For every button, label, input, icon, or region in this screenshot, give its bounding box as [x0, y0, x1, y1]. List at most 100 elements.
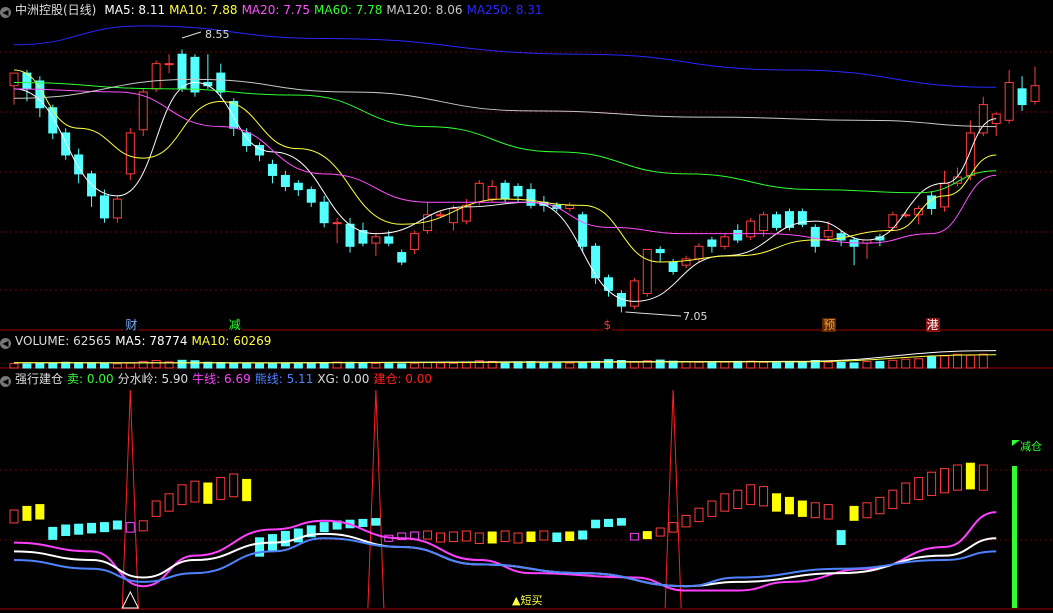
indicator-bar	[707, 500, 717, 517]
ma10-line	[13, 69, 997, 263]
candle-body	[487, 185, 497, 200]
candle-body	[151, 63, 161, 90]
indicator-bar	[875, 496, 885, 515]
indicator-bar	[190, 480, 200, 503]
indicator-bar	[604, 518, 614, 527]
volume-bar	[397, 363, 407, 369]
candle-body	[9, 72, 19, 87]
volume-bar	[35, 362, 45, 369]
reduce-label: 减仓	[1020, 440, 1042, 453]
candle-body	[591, 245, 601, 279]
indicator-bar	[681, 514, 691, 528]
volume-bar	[965, 354, 975, 369]
indicator-bar	[810, 502, 820, 519]
candle-body	[177, 53, 187, 90]
volume-bar	[849, 362, 859, 369]
volume-bar	[306, 362, 316, 369]
volume-bar	[190, 360, 200, 369]
indicator-bar	[888, 489, 898, 510]
reduce-signal-bar	[1012, 466, 1017, 608]
candle-body	[267, 163, 277, 176]
candle-body	[1030, 85, 1040, 102]
candle-body	[384, 236, 394, 244]
indicator-bar	[229, 473, 239, 498]
indicator-bar	[552, 532, 562, 543]
price-volume-indicator-chart	[0, 25, 1053, 610]
volume-bar	[358, 362, 368, 369]
candle-body	[461, 204, 471, 222]
candle-body	[759, 214, 769, 232]
indicator-bar	[952, 464, 962, 491]
volume-bar	[151, 360, 161, 369]
spike-signal	[367, 389, 385, 609]
volume-bar	[914, 358, 924, 369]
indicator-bar	[862, 502, 872, 519]
event-marker[interactable]: 预	[822, 318, 837, 332]
candle-body	[164, 63, 174, 66]
indicator-bar	[242, 478, 252, 502]
indicator-bar	[138, 520, 148, 532]
indicator-bar	[694, 507, 704, 523]
volume-bar	[242, 363, 252, 369]
volume-bar	[435, 362, 445, 369]
candle-body	[242, 132, 252, 147]
candle-body	[720, 236, 730, 247]
event-marker[interactable]: 港	[925, 318, 940, 332]
indicator-bar	[797, 500, 807, 517]
indicator-bar	[642, 531, 652, 540]
volume-bar	[112, 363, 122, 369]
volume-bar	[629, 361, 639, 369]
indicator-bar	[35, 504, 45, 520]
indicator-bar	[61, 524, 71, 536]
event-marker[interactable]: 减	[227, 318, 242, 332]
indicator-bar	[668, 522, 678, 533]
volume-bar	[229, 362, 239, 369]
event-marker[interactable]: 财	[124, 318, 139, 332]
indicator-bar	[526, 531, 536, 543]
indicator-bar	[22, 505, 32, 521]
candle-body	[280, 174, 290, 187]
volume-bar	[461, 362, 471, 369]
event-marker[interactable]: $	[602, 318, 613, 332]
candle-body	[578, 214, 588, 247]
volume-bar	[384, 363, 394, 369]
indicator-bar	[203, 482, 213, 504]
volume-bar	[87, 362, 97, 369]
volume-bar	[952, 353, 962, 369]
volume-bar	[280, 362, 290, 369]
indicator-bar	[177, 484, 187, 506]
indicator-bar	[616, 518, 626, 526]
candle-body	[733, 230, 743, 241]
volume-bar	[604, 359, 614, 369]
volume-bar	[410, 362, 420, 369]
volume-bar	[48, 362, 58, 369]
kline-chart-window: { "colors": {"up":"#ff3c3c","down":"#54f…	[0, 0, 1053, 613]
ma120-line	[13, 78, 997, 128]
indicator-bar	[914, 477, 924, 500]
candle-body	[810, 226, 820, 247]
indicator-bar	[371, 518, 381, 526]
candle-body	[655, 248, 665, 254]
buy-triangle-icon	[121, 590, 140, 609]
indicator-bar	[48, 526, 58, 540]
candle-body	[48, 107, 58, 134]
volume-bar	[177, 359, 187, 369]
indicator-bar	[784, 496, 794, 515]
candle-body	[112, 198, 122, 219]
candle-body	[99, 195, 109, 219]
indicator-bar	[487, 531, 497, 544]
indicator-bar	[655, 527, 665, 537]
ma60-line	[13, 82, 997, 194]
volume-bar	[293, 363, 303, 369]
ma250-line	[13, 25, 997, 88]
volume-bar	[578, 362, 588, 369]
candle-body	[772, 214, 782, 228]
indicator-bar	[99, 522, 109, 533]
indicator-bar	[746, 484, 756, 506]
candle-body	[345, 223, 355, 247]
reduce-flag-icon	[1012, 440, 1020, 446]
candle-body	[1017, 88, 1027, 106]
volume-bar	[707, 362, 717, 369]
volume-bar	[784, 362, 794, 369]
indicator-bar	[435, 532, 445, 543]
